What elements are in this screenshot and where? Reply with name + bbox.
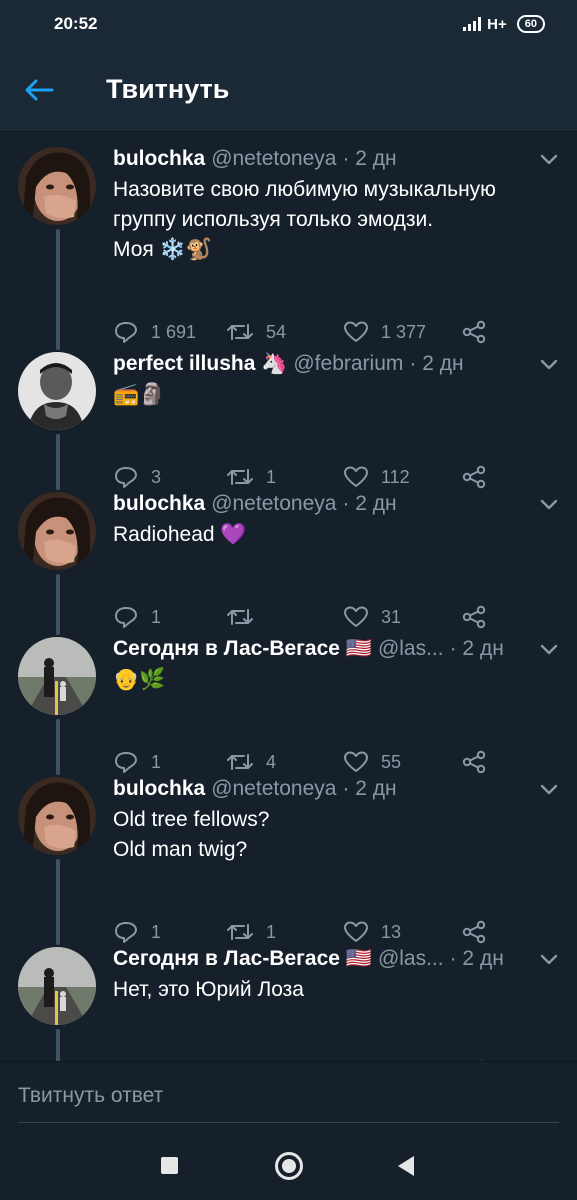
tweet-menu-button[interactable] — [539, 953, 559, 967]
clock: 20:52 — [54, 14, 98, 33]
system-nav-bar — [0, 1133, 577, 1200]
user-handle[interactable]: @netetoneya — [211, 777, 336, 801]
signal-icon — [463, 17, 482, 31]
display-name[interactable]: bulochka — [113, 777, 205, 801]
display-name[interactable]: bulochka — [113, 492, 205, 516]
tweet-time: · 2 дн — [449, 637, 504, 660]
app-bar: Твитнуть — [0, 48, 577, 132]
battery-level: 60 — [524, 18, 537, 30]
battery-icon: 60 — [516, 15, 545, 33]
status-icons: H+ 60 — [463, 15, 545, 33]
avatar[interactable] — [18, 777, 96, 855]
user-handle[interactable]: @febrarium — [293, 352, 403, 376]
tweet-text: 👴🌿 — [113, 668, 166, 691]
display-name[interactable]: bulochka — [113, 147, 205, 171]
tweet-text: Назовите свою любимую музыкальную группу… — [113, 178, 496, 261]
thread-line — [56, 1029, 60, 1061]
status-bar: 20:52 H+ 60 — [0, 0, 577, 48]
reply-input-underline — [18, 1122, 559, 1123]
tweet-time: · 2 дн — [342, 147, 397, 170]
chevron-down-icon — [540, 154, 558, 165]
tweet-menu-button[interactable] — [539, 643, 559, 657]
thread-line — [56, 229, 60, 350]
tweet[interactable]: Сегодня в Лас-Вегасе 🇺🇸 @las... · 2 дн Нет,… — [0, 933, 577, 1061]
tweet-menu-button[interactable] — [539, 783, 559, 797]
user-handle[interactable]: @las... — [378, 637, 444, 661]
chevron-down-icon — [540, 499, 558, 510]
chevron-down-icon — [540, 784, 558, 795]
reply-bar: Твитнуть ответ — [0, 1061, 577, 1133]
tweet-header: bulochka @netetoneya · 2 дн — [113, 775, 507, 803]
tweet-thread[interactable]: bulochka @netetoneya · 2 дн Назовите свою л… — [0, 133, 577, 1061]
tweet-text: Radiohead 💜 — [113, 523, 247, 546]
chevron-down-icon — [540, 954, 558, 965]
tweet-menu-button[interactable] — [539, 153, 559, 167]
network-type: H+ — [487, 15, 507, 33]
tweet[interactable]: bulochka @netetoneya · 2 дн Назовите свою л… — [0, 133, 577, 350]
tweet-text: Old tree fellows? Old man twig? — [113, 808, 270, 861]
tweet[interactable]: bulochka @netetoneya · 2 дн Radiohead 💜 1 31 — [0, 478, 577, 635]
tweet[interactable]: bulochka @netetoneya · 2 дн Old tree fellow… — [0, 763, 577, 945]
arrow-left-icon — [25, 79, 54, 100]
tweet-header: Сегодня в Лас-Вегасе 🇺🇸 @las... · 2 дн — [113, 635, 507, 663]
tweet-header: Сегодня в Лас-Вегасе 🇺🇸 @las... · 2 дн — [113, 945, 507, 973]
page-title: Твитнуть — [106, 74, 230, 104]
tweet-header: bulochka @netetoneya · 2 дн — [113, 145, 507, 173]
display-name[interactable]: Сегодня в Лас-Вегасе 🇺🇸 — [113, 947, 372, 971]
chevron-down-icon — [540, 359, 558, 370]
chevron-down-icon — [540, 644, 558, 655]
tweet-time: · 2 дн — [342, 492, 397, 515]
system-back-button[interactable] — [398, 1156, 414, 1176]
display-name[interactable]: perfect illusha 🦄 — [113, 352, 287, 376]
tweet-text: 📻🗿 — [113, 383, 166, 406]
user-handle[interactable]: @las... — [378, 947, 444, 971]
tweet-time: · 2 дн — [449, 947, 504, 970]
tweet[interactable]: perfect illusha 🦄 @febrarium · 2 дн 📻🗿 3 1 112 — [0, 338, 577, 490]
avatar[interactable] — [18, 637, 96, 715]
back-button[interactable] — [0, 48, 100, 132]
tweet-header: perfect illusha 🦄 @febrarium · 2 дн — [113, 350, 507, 378]
tweet-time: · 2 дн — [409, 352, 464, 375]
avatar[interactable] — [18, 147, 96, 225]
user-handle[interactable]: @netetoneya — [211, 147, 336, 171]
recents-button[interactable] — [161, 1157, 178, 1174]
display-name[interactable]: Сегодня в Лас-Вегасе 🇺🇸 — [113, 637, 372, 661]
tweet-header: bulochka @netetoneya · 2 дн — [113, 490, 507, 518]
tweet-menu-button[interactable] — [539, 498, 559, 512]
tweet-time: · 2 дн — [342, 777, 397, 800]
avatar[interactable] — [18, 352, 96, 430]
tweet-menu-button[interactable] — [539, 358, 559, 372]
reply-input[interactable]: Твитнуть ответ — [18, 1084, 163, 1108]
avatar[interactable] — [18, 492, 96, 570]
avatar[interactable] — [18, 947, 96, 1025]
user-handle[interactable]: @netetoneya — [211, 492, 336, 516]
home-button[interactable] — [275, 1152, 303, 1180]
tweet[interactable]: Сегодня в Лас-Вегасе 🇺🇸 @las... · 2 дн 👴🌿 1 4… — [0, 623, 577, 775]
tweet-text: Нет, это Юрий Лоза — [113, 978, 304, 1001]
